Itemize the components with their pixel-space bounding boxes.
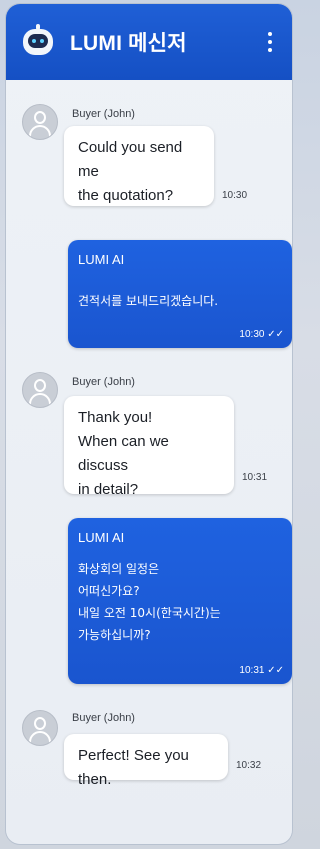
sender-name: Buyer (John) — [72, 108, 135, 120]
read-checkmarks-icon: ✓✓ — [267, 329, 284, 340]
message-text: 견적서를 보내드리겠습니다. — [78, 294, 219, 308]
message-time: 10:30 ✓✓ — [239, 329, 284, 340]
messenger-window: LUMI 메신저 Buyer (John) Could you send me … — [6, 4, 292, 844]
message-time: 10:31 — [242, 472, 268, 483]
outgoing-message: LUMI AI 화상회의 일정은 어떠신가요? 내일 오전 10시(한국시간)는… — [68, 518, 292, 684]
app-title: LUMI 메신저 — [70, 32, 187, 55]
sender-name: LUMI AI — [78, 252, 125, 267]
robot-icon — [20, 24, 56, 60]
message-time: 10:32 — [236, 760, 262, 771]
message-time: 10:31 ✓✓ — [239, 665, 284, 676]
app-header: LUMI 메신저 — [6, 4, 292, 80]
avatar — [22, 710, 58, 746]
read-checkmarks-icon: ✓✓ — [267, 665, 284, 676]
avatar — [22, 104, 58, 140]
message-text: 화상회의 일정은 어떠신가요? 내일 오전 10시(한국시간)는 가능하십니까? — [78, 562, 221, 642]
sender-name: Buyer (John) — [72, 712, 135, 724]
incoming-message: Perfect! See you then. — [64, 734, 228, 788]
more-vertical-icon[interactable] — [262, 32, 278, 52]
sender-name: LUMI AI — [78, 530, 125, 545]
sender-name: Buyer (John) — [72, 376, 135, 388]
avatar — [22, 372, 58, 408]
message-time: 10:30 — [222, 190, 248, 201]
incoming-message: Could you send me the quotation? — [64, 126, 214, 206]
incoming-message: Thank you! When can we discuss in detail… — [64, 396, 234, 498]
outgoing-message: LUMI AI 견적서를 보내드리겠습니다. 10:30 ✓✓ — [68, 240, 292, 348]
